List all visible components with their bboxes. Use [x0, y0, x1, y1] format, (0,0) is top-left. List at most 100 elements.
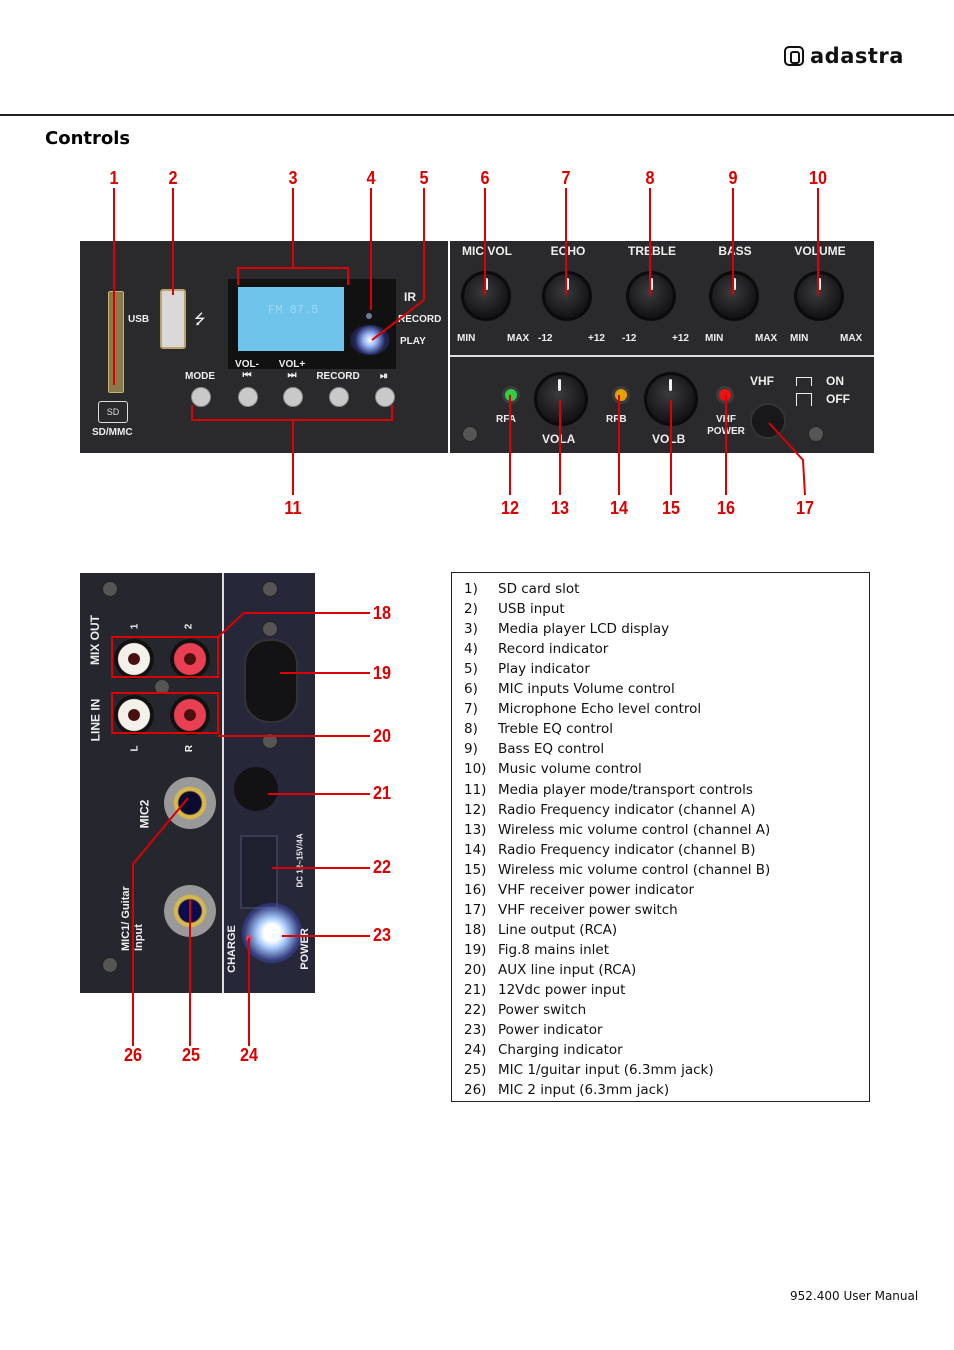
- legend-item-text: Microphone Echo level control: [498, 701, 702, 718]
- legend-item-number: 24): [464, 1042, 487, 1059]
- legend-item-number: 5): [464, 661, 478, 678]
- legend-item-number: 19): [464, 941, 487, 958]
- legend-item-text: USB input: [498, 601, 565, 618]
- legend-item: 21) 12Vdc power input: [464, 982, 625, 998]
- callout-19: 19: [372, 663, 392, 683]
- rear-panel-figure: MIX OUT LINE IN 1 2 L R MIC2 MIC1/ Guita…: [0, 570, 440, 1070]
- legend-item: 23) Power indicator: [464, 1022, 603, 1038]
- callout-24: 24: [239, 1045, 259, 1065]
- legend-item-text: Charging indicator: [498, 1042, 623, 1059]
- top-callout-lines: [113, 188, 819, 496]
- legend-item-text: Power indicator: [498, 1022, 603, 1039]
- legend-item-text: Record indicator: [498, 641, 609, 658]
- legend-item-number: 6): [464, 681, 478, 698]
- legend-item-number: 13): [464, 821, 487, 838]
- legend-item: 22) Power switch: [464, 1002, 586, 1018]
- legend-item-text: VHF receiver power switch: [498, 901, 678, 918]
- legend-item: 13) Wireless mic volume control (channel …: [464, 822, 770, 838]
- legend-item: 2) USB input: [464, 601, 565, 617]
- legend-item-text: Wireless mic volume control (channel B): [498, 861, 771, 878]
- legend-item-text: Power switch: [498, 1002, 587, 1019]
- top-panel-figure: 1 2 3 4 5 6 7 8 9 10 11 12 13 14 15 16 17 SD SD/MMC USB…: [0, 160, 954, 530]
- rear-callout-lines: [111, 612, 370, 1046]
- legend-item-text: Bass EQ control: [498, 741, 605, 758]
- legend-item: 11) Media player mode/transport controls: [464, 782, 753, 798]
- legend-item-number: 15): [464, 861, 487, 878]
- legend-item: 4) Record indicator: [464, 641, 608, 657]
- legend-item-number: 12): [464, 801, 487, 818]
- section-title: Controls: [45, 128, 131, 149]
- callout-box-20: [111, 692, 219, 734]
- legend-item-text: Radio Frequency indicator (channel B): [498, 841, 756, 858]
- legend-item: 8) Treble EQ control: [464, 721, 613, 737]
- callout-22: 22: [372, 857, 392, 877]
- legend-item: 17) VHF receiver power switch: [464, 902, 678, 918]
- legend-item: 12) Radio Frequency indicator (channel A): [464, 802, 755, 818]
- legend-item-number: 23): [464, 1022, 487, 1039]
- legend-item-number: 16): [464, 881, 487, 898]
- legend-item-text: Music volume control: [498, 761, 642, 778]
- legend-item-text: Line output (RCA): [498, 921, 618, 938]
- legend-item: 14) Radio Frequency indicator (channel B): [464, 842, 755, 858]
- legend-item-number: 25): [464, 1062, 487, 1079]
- legend-item: 10) Music volume control: [464, 761, 642, 777]
- legend-item-text: Play indicator: [498, 661, 590, 678]
- callout-box-18: [111, 636, 219, 678]
- legend-item: 5) Play indicator: [464, 661, 590, 677]
- callout-line-5b: [371, 299, 425, 341]
- legend-item-number: 26): [464, 1082, 487, 1099]
- legend-item-number: 11): [464, 781, 487, 798]
- legend-item-text: SD card slot: [498, 581, 580, 597]
- callout-line-26: [132, 797, 189, 1046]
- legend-item-number: 2): [464, 601, 478, 618]
- legend-item-number: 14): [464, 841, 487, 858]
- legend-item-number: 9): [464, 741, 478, 758]
- callout-26: 26: [123, 1045, 143, 1065]
- callout-bracket-11: [191, 405, 393, 421]
- legend-item: 25) MIC 1/guitar input (6.3mm jack): [464, 1062, 714, 1078]
- legend-item: 1) SD card slot: [464, 581, 579, 597]
- legend-item-text: Media player mode/transport controls: [498, 781, 753, 798]
- legend-item: 26) MIC 2 input (6.3mm jack): [464, 1082, 669, 1098]
- controls-legend: 1) SD card slot 2) USB input 3) Media player …: [451, 572, 870, 1102]
- legend-item-text: Media player LCD display: [498, 621, 670, 638]
- header-divider: [0, 114, 954, 116]
- callout-line-18: [217, 612, 370, 638]
- legend-item-text: AUX line input (RCA): [498, 961, 637, 978]
- legend-item: 19) Fig.8 mains inlet: [464, 942, 609, 958]
- legend-item-number: 18): [464, 921, 487, 938]
- legend-item: 16) VHF receiver power indicator: [464, 882, 694, 898]
- legend-item-text: Fig.8 mains inlet: [498, 941, 609, 958]
- legend-item-text: Wireless mic volume control (channel A): [498, 821, 771, 838]
- legend-item: 18) Line output (RCA): [464, 922, 617, 938]
- legend-item-number: 1): [464, 581, 478, 597]
- callout-21: 21: [372, 783, 392, 803]
- legend-item-text: 12Vdc power input: [498, 982, 626, 998]
- legend-item: 15) Wireless mic volume control (channel …: [464, 862, 770, 878]
- legend-item: 6) MIC inputs Volume control: [464, 681, 675, 697]
- legend-item-text: MIC inputs Volume control: [498, 681, 675, 698]
- callout-bracket-3: [237, 267, 349, 285]
- legend-item-text: VHF receiver power indicator: [498, 881, 695, 898]
- legend-item: 7) Microphone Echo level control: [464, 701, 701, 717]
- adastra-logo-icon: [784, 46, 804, 66]
- callout-25: 25: [181, 1045, 201, 1065]
- brand-logo: adastra: [784, 44, 904, 68]
- brand-name: adastra: [810, 44, 904, 68]
- legend-item-text: MIC 2 input (6.3mm jack): [498, 1082, 670, 1099]
- callout-line-17: [768, 422, 806, 496]
- legend-item-number: 8): [464, 721, 478, 738]
- legend-item: 20) AUX line input (RCA): [464, 962, 636, 978]
- legend-item: 24) Charging indicator: [464, 1042, 623, 1058]
- legend-item: 9) Bass EQ control: [464, 741, 604, 757]
- legend-item-number: 7): [464, 701, 478, 718]
- legend-item: 3) Media player LCD display: [464, 621, 669, 637]
- footer-manual-id: 952.400 User Manual: [790, 1289, 919, 1303]
- callout-20: 20: [372, 726, 392, 746]
- legend-item-text: Treble EQ control: [498, 721, 613, 738]
- legend-item-number: 21): [464, 982, 487, 998]
- callout-23: 23: [372, 925, 392, 945]
- legend-item-number: 3): [464, 621, 478, 638]
- callout-18: 18: [372, 603, 392, 623]
- legend-item-text: Radio Frequency indicator (channel A): [498, 801, 756, 818]
